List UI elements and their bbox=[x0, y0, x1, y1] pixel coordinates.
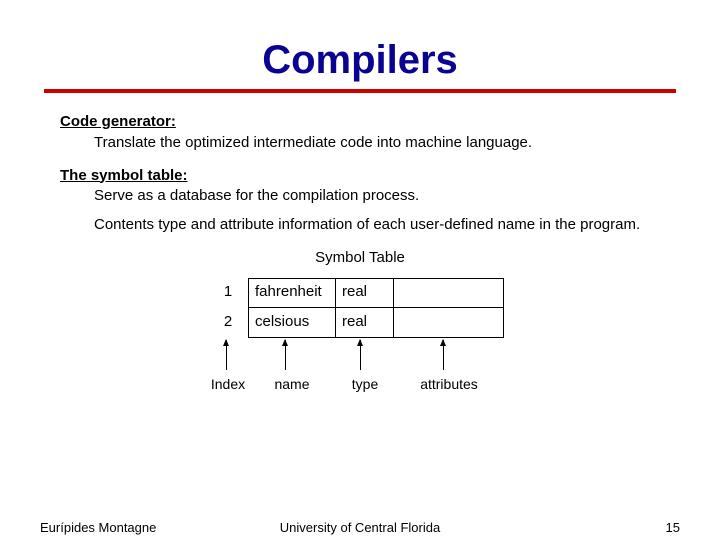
table-row: 1 fahrenheit real bbox=[208, 278, 660, 308]
symtab-body-2: Contents type and attribute information … bbox=[60, 216, 660, 235]
row-name: celsious bbox=[248, 308, 336, 338]
slide-title: Compilers bbox=[262, 38, 458, 83]
label-attr: attributes bbox=[394, 376, 504, 394]
row-type: real bbox=[336, 308, 394, 338]
table-row: 2 celsious real bbox=[208, 308, 660, 338]
row-type: real bbox=[336, 278, 394, 308]
label-type: type bbox=[336, 376, 394, 394]
symtab-body-1: Serve as a database for the compilation … bbox=[60, 187, 660, 206]
codegen-heading: Code generator: bbox=[60, 113, 660, 132]
label-name: name bbox=[248, 376, 336, 394]
symbol-table: 1 fahrenheit real 2 celsious real Index … bbox=[60, 278, 660, 394]
label-index: Index bbox=[208, 376, 248, 394]
slide-body: Code generator: Translate the optimized … bbox=[0, 93, 720, 393]
column-labels: Index name type attributes bbox=[208, 376, 660, 394]
row-index: 1 bbox=[208, 278, 248, 308]
page-number: 15 bbox=[666, 520, 680, 535]
symtab-heading: The symbol table: bbox=[60, 167, 660, 186]
row-index: 2 bbox=[208, 308, 248, 338]
codegen-body: Translate the optimized intermediate cod… bbox=[60, 134, 660, 153]
row-attr bbox=[394, 308, 504, 338]
footer-affiliation: University of Central Florida bbox=[0, 520, 720, 535]
row-attr bbox=[394, 278, 504, 308]
symbol-table-title: Symbol Table bbox=[60, 249, 660, 268]
row-name: fahrenheit bbox=[248, 278, 336, 308]
